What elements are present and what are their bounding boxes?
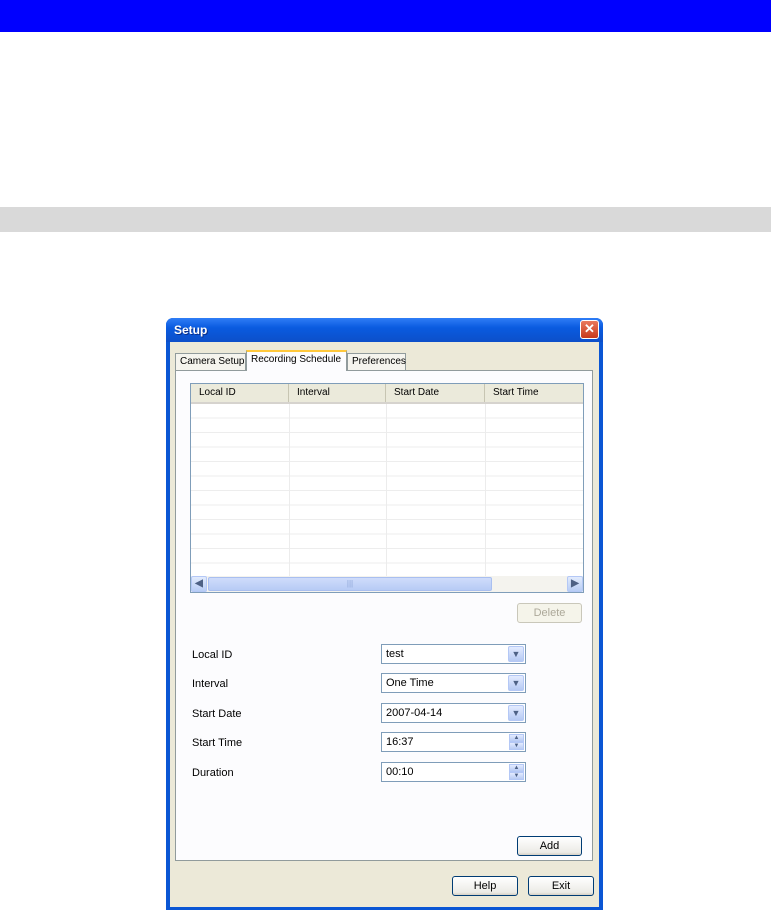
grid-line: [386, 404, 387, 576]
list-body[interactable]: [191, 404, 583, 576]
arrow-right-icon[interactable]: ▶: [567, 576, 583, 592]
chevron-down-icon[interactable]: ▼: [508, 705, 524, 721]
spin-buttons: ▲ ▼: [509, 764, 524, 780]
delete-button[interactable]: Delete: [517, 603, 582, 623]
local-id-select[interactable]: test ▼: [381, 644, 526, 664]
column-interval[interactable]: Interval: [289, 384, 386, 402]
tab-preferences[interactable]: Preferences: [347, 353, 406, 370]
page-header-band: [0, 0, 771, 32]
title-bar[interactable]: Setup ✕: [166, 318, 603, 342]
local-id-value: test: [386, 648, 404, 660]
interval-select[interactable]: One Time ▼: [381, 673, 526, 693]
chevron-down-icon[interactable]: ▼: [508, 675, 524, 691]
tab-camera-setup[interactable]: Camera Setup: [175, 353, 246, 370]
column-start-time[interactable]: Start Time: [485, 384, 583, 402]
duration-label: Duration: [192, 767, 234, 779]
chevron-down-icon[interactable]: ▼: [508, 646, 524, 662]
close-icon[interactable]: ✕: [580, 320, 599, 339]
arrow-up-icon[interactable]: ▲: [509, 764, 524, 772]
local-id-label: Local ID: [192, 649, 233, 661]
horizontal-scrollbar[interactable]: ◀ ||| ▶: [191, 576, 583, 592]
tab-recording-schedule[interactable]: Recording Schedule: [246, 350, 347, 371]
arrow-up-icon[interactable]: ▲: [509, 734, 524, 742]
start-time-label: Start Time: [192, 737, 243, 749]
dialog-client-area: Camera Setup Recording Schedule Preferen…: [170, 342, 599, 907]
duration-value: 00:10: [386, 766, 414, 778]
interval-label: Interval: [192, 678, 229, 690]
arrow-down-icon[interactable]: ▼: [509, 742, 524, 750]
recording-schedule-panel: Local ID Interval Start Date Start Time …: [175, 370, 593, 861]
start-time-spinner[interactable]: 16:37 ▲ ▼: [381, 732, 526, 752]
help-button[interactable]: Help: [452, 876, 518, 896]
column-local-id[interactable]: Local ID: [191, 384, 289, 402]
section-band: [0, 207, 771, 232]
schedule-list[interactable]: Local ID Interval Start Date Start Time …: [190, 383, 584, 593]
setup-dialog: Setup ✕ Camera Setup Recording Schedule …: [166, 318, 603, 910]
scrollbar-thumb[interactable]: |||: [208, 577, 492, 591]
interval-value: One Time: [386, 677, 434, 689]
dialog-title: Setup: [174, 323, 208, 337]
arrow-down-icon[interactable]: ▼: [509, 772, 524, 780]
start-date-label: Start Date: [192, 708, 242, 720]
exit-button[interactable]: Exit: [528, 876, 594, 896]
add-button[interactable]: Add: [517, 836, 582, 856]
grid-line: [289, 404, 290, 576]
start-time-value: 16:37: [386, 736, 414, 748]
grid-line: [485, 404, 486, 576]
duration-spinner[interactable]: 00:10 ▲ ▼: [381, 762, 526, 782]
spin-buttons: ▲ ▼: [509, 734, 524, 750]
start-date-value: 2007-04-14: [386, 707, 443, 719]
arrow-left-icon[interactable]: ◀: [191, 576, 207, 592]
start-date-picker[interactable]: 2007-04-14 ▼: [381, 703, 526, 723]
column-start-date[interactable]: Start Date: [386, 384, 485, 402]
list-header: Local ID Interval Start Date Start Time: [191, 384, 583, 404]
